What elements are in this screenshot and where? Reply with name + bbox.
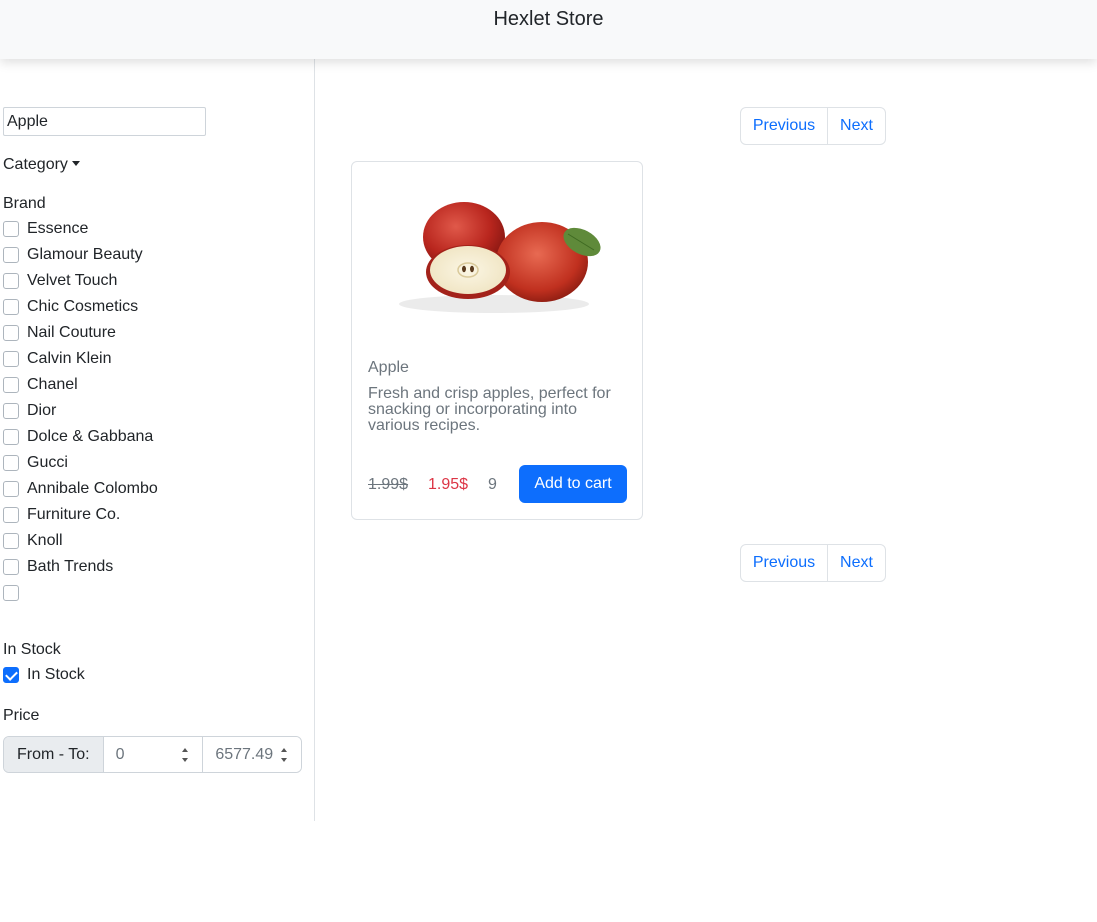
in-stock-checkbox[interactable] bbox=[3, 667, 19, 683]
brand-filter-item[interactable] bbox=[3, 582, 27, 604]
brand-checkbox[interactable] bbox=[3, 221, 19, 237]
search-input[interactable] bbox=[3, 107, 206, 136]
price-heading: Price bbox=[3, 707, 40, 724]
price-from-input[interactable]: 0 bbox=[103, 737, 203, 772]
brand-label: Essence bbox=[27, 220, 89, 237]
brand-filter-item[interactable]: Chanel bbox=[3, 374, 78, 396]
product-card: Apple Fresh and crisp apples, perfect fo… bbox=[351, 161, 643, 520]
brand-checkbox[interactable] bbox=[3, 481, 19, 497]
next-page-button[interactable]: Next bbox=[828, 545, 885, 581]
brand-checkbox[interactable] bbox=[3, 247, 19, 263]
brand-label: Calvin Klein bbox=[27, 350, 112, 367]
spinner-icon[interactable] bbox=[280, 747, 289, 763]
brand-filter-item[interactable]: Knoll bbox=[3, 530, 63, 552]
brand-checkbox[interactable] bbox=[3, 403, 19, 419]
brand-label: Furniture Co. bbox=[27, 506, 121, 523]
price-to-input[interactable]: 6577.49 bbox=[202, 737, 301, 772]
in-stock-label: In Stock bbox=[27, 666, 85, 683]
stock-heading: In Stock bbox=[3, 641, 61, 658]
brand-filter-item[interactable]: Dior bbox=[3, 400, 56, 422]
caret-down-icon bbox=[71, 161, 80, 167]
brand-filter-item[interactable]: Bath Trends bbox=[3, 556, 113, 578]
brand-checkbox[interactable] bbox=[3, 325, 19, 341]
brand-label: Glamour Beauty bbox=[27, 246, 143, 263]
brand-label: Knoll bbox=[27, 532, 63, 549]
brand-label: Bath Trends bbox=[27, 558, 114, 575]
brand-filter-item[interactable]: Calvin Klein bbox=[3, 348, 111, 370]
brand-filter-item[interactable]: Dolce & Gabbana bbox=[3, 426, 153, 448]
brand-label: Chic Cosmetics bbox=[27, 298, 139, 315]
product-old-price: 1.99$ bbox=[368, 476, 409, 493]
brand-label: Dior bbox=[27, 402, 57, 419]
store-brand[interactable]: Hexlet Store bbox=[0, 8, 1097, 31]
brand-filter-item[interactable]: Gucci bbox=[3, 452, 68, 474]
apple-product-image bbox=[399, 202, 601, 313]
previous-page-button[interactable]: Previous bbox=[741, 545, 828, 581]
brand-checkbox[interactable] bbox=[3, 507, 19, 523]
product-sale-price: 1.95$ bbox=[428, 476, 469, 493]
price-from-value: 0 bbox=[115, 745, 125, 763]
brand-checkbox[interactable] bbox=[3, 273, 19, 289]
brand-filter-item[interactable]: Nail Couture bbox=[3, 322, 116, 344]
price-range-group: From - To: 0 6577.49 bbox=[3, 736, 302, 773]
navbar: Hexlet Store bbox=[0, 0, 1097, 59]
brand-checkbox[interactable] bbox=[3, 299, 19, 315]
brand-filter-item[interactable]: Glamour Beauty bbox=[3, 244, 143, 266]
pagination-bottom: Previous Next bbox=[740, 544, 886, 582]
brand-filter-item[interactable]: Velvet Touch bbox=[3, 270, 117, 292]
brand-filter-item[interactable]: Furniture Co. bbox=[3, 504, 120, 526]
brand-checkbox[interactable] bbox=[3, 429, 19, 445]
pagination-top: Previous Next bbox=[740, 107, 886, 145]
add-to-cart-button[interactable]: Add to cart bbox=[519, 465, 627, 503]
product-stock-count: 9 bbox=[488, 476, 497, 493]
brand-checkbox[interactable] bbox=[3, 585, 19, 601]
brand-label: Dolce & Gabbana bbox=[27, 428, 154, 445]
category-dropdown[interactable]: Category bbox=[3, 156, 80, 174]
brand-checkbox[interactable] bbox=[3, 455, 19, 471]
brand-filter-item[interactable]: Essence bbox=[3, 218, 88, 240]
brand-heading: Brand bbox=[3, 195, 46, 212]
brand-checkbox[interactable] bbox=[3, 559, 19, 575]
brand-checkbox[interactable] bbox=[3, 377, 19, 393]
brand-filter-item[interactable]: Annibale Colombo bbox=[3, 478, 158, 500]
brand-checkbox[interactable] bbox=[3, 351, 19, 367]
brand-filter-item[interactable]: Chic Cosmetics bbox=[3, 296, 138, 318]
spinner-icon[interactable] bbox=[181, 747, 190, 763]
product-title[interactable]: Apple bbox=[368, 359, 409, 377]
category-label: Category bbox=[3, 156, 68, 173]
filter-sidebar: Category Brand Essence Glamour Beauty Velv… bbox=[0, 59, 315, 821]
next-page-button[interactable]: Next bbox=[828, 108, 885, 144]
brand-label: Velvet Touch bbox=[27, 272, 118, 289]
brand-label: Gucci bbox=[27, 454, 68, 471]
brand-label: Annibale Colombo bbox=[27, 480, 158, 497]
brand-label: Chanel bbox=[27, 376, 78, 393]
price-range-prefix: From - To: bbox=[4, 737, 104, 772]
previous-page-button[interactable]: Previous bbox=[741, 108, 828, 144]
in-stock-filter[interactable]: In Stock bbox=[3, 664, 85, 686]
price-to-value: 6577.49 bbox=[215, 745, 274, 763]
product-description: Fresh and crisp apples, perfect for snac… bbox=[368, 385, 611, 434]
brand-label: Nail Couture bbox=[27, 324, 116, 341]
brand-checkbox[interactable] bbox=[3, 533, 19, 549]
